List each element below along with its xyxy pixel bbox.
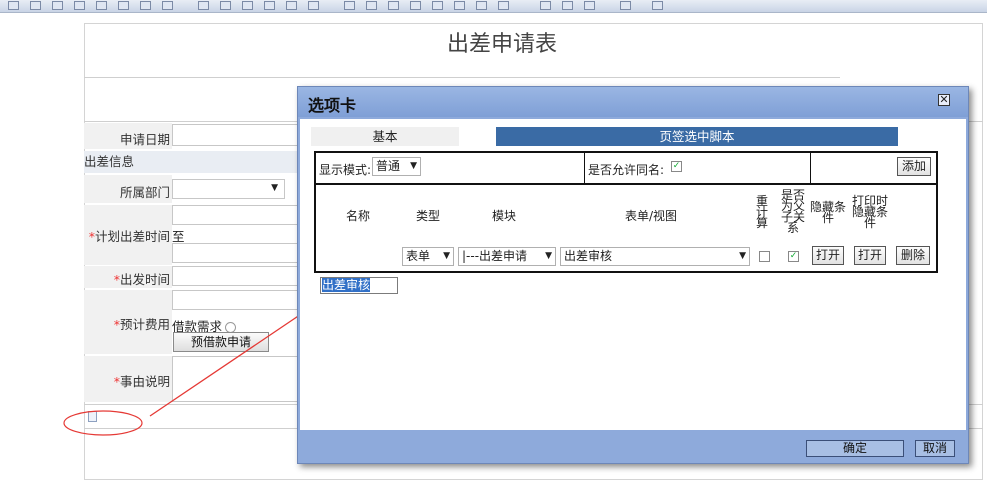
row-module-select[interactable]: |---出差申请 ▼ — [458, 247, 556, 266]
tab-select-script[interactable]: 页签选中脚本 — [496, 127, 898, 146]
delete-row-button[interactable]: 删除 — [896, 246, 930, 265]
grid-divider — [810, 153, 811, 183]
row-type-value: 表单 — [406, 249, 431, 263]
col-type: 类型 — [415, 209, 440, 223]
allow-same-name-label: 是否允许同名: — [588, 163, 665, 177]
row-module-value: |---出差申请 — [462, 249, 528, 263]
annotation-ellipse — [63, 410, 143, 436]
row-recalc-checkbox[interactable] — [759, 251, 770, 262]
tab-config-grid: 显示模式: 普通 ▼ 是否允许同名: ✓ 添加 名称 类型 模块 表单/视图 重… — [314, 151, 938, 273]
display-mode-value: 普通 — [376, 159, 401, 173]
display-mode-label: 显示模式: — [319, 163, 372, 177]
col-hide-cond: 隐藏条件 — [810, 200, 847, 225]
row-name-value: 出差审核 — [322, 278, 371, 292]
row-form-view-select[interactable]: 出差审核 ▼ — [560, 247, 750, 266]
chevron-down-icon: ▼ — [739, 251, 746, 261]
col-parent-child: 是否为父子关系 — [780, 188, 805, 235]
close-icon[interactable]: ✕ — [938, 94, 950, 106]
col-print-hide-cond: 打印时隐藏条件 — [851, 194, 888, 230]
open-print-hide-cond-button[interactable]: 打开 — [854, 246, 886, 265]
grid-divider — [584, 153, 585, 183]
add-button[interactable]: 添加 — [897, 157, 931, 176]
col-recalc: 重计算 — [756, 194, 769, 230]
dialog-body: 基本 页签选中脚本 显示模式: 普通 ▼ 是否允许同名: ✓ 添加 名称 类型 … — [300, 119, 966, 430]
col-form-view: 表单/视图 — [624, 209, 678, 223]
tab-basic[interactable]: 基本 — [311, 127, 459, 146]
chevron-down-icon: ▼ — [443, 251, 450, 261]
dialog-titlebar[interactable]: 选项卡 ✕ — [298, 87, 968, 117]
ok-button[interactable]: 确定 — [806, 440, 904, 457]
tab-options-dialog: 选项卡 ✕ 基本 页签选中脚本 显示模式: 普通 ▼ 是否允许同名: ✓ 添加 … — [297, 86, 969, 464]
cancel-button[interactable]: 取消 — [915, 440, 955, 457]
allow-same-name-checkbox[interactable]: ✓ — [671, 161, 682, 172]
row-form-view-value: 出差审核 — [564, 249, 613, 263]
col-module: 模块 — [491, 209, 516, 223]
grid-divider — [316, 183, 936, 185]
row-name-input[interactable]: 出差审核 — [320, 277, 398, 294]
col-name: 名称 — [345, 209, 370, 223]
row-parent-child-checkbox[interactable]: ✓ — [788, 251, 799, 262]
chevron-down-icon: ▼ — [410, 161, 417, 171]
dialog-title: 选项卡 — [308, 96, 357, 115]
open-hide-cond-button[interactable]: 打开 — [812, 246, 844, 265]
row-type-select[interactable]: 表单 ▼ — [402, 247, 454, 266]
display-mode-select[interactable]: 普通 ▼ — [372, 157, 421, 176]
chevron-down-icon: ▼ — [545, 251, 552, 261]
